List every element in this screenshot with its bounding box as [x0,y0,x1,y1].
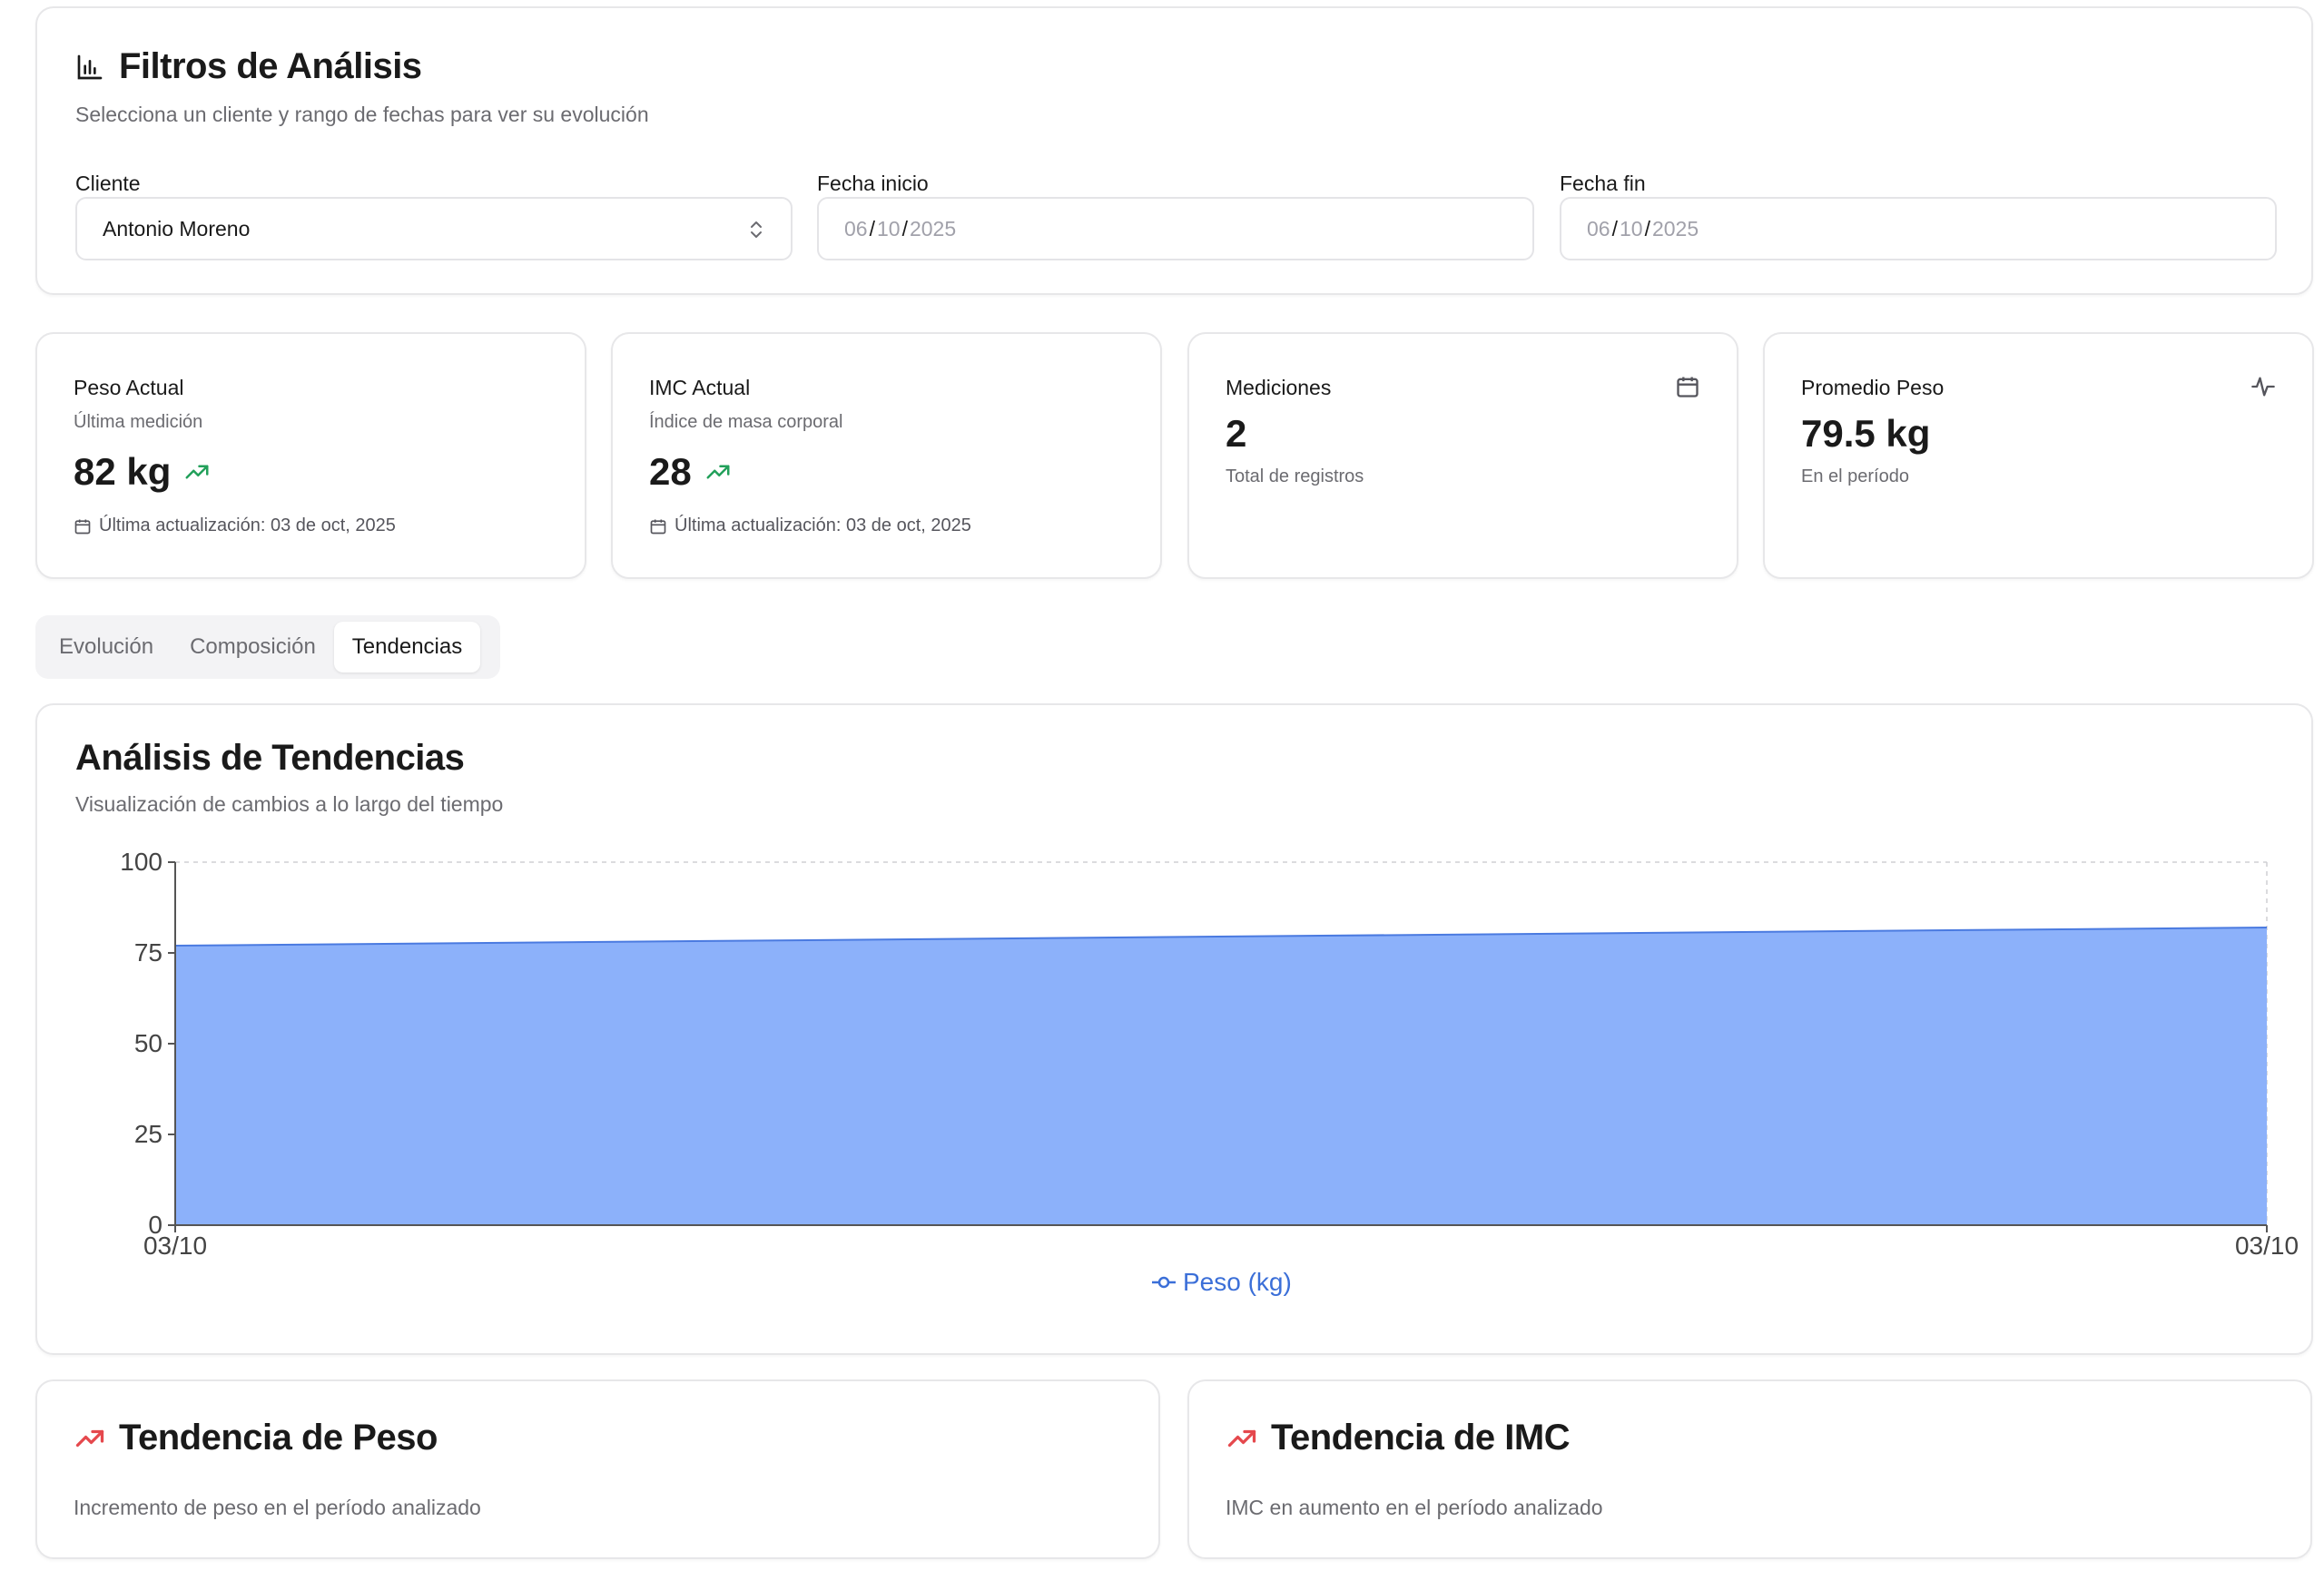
start-date-year: 2025 [909,216,957,240]
calendar-icon [650,519,666,534]
stat-card-bmi: IMC Actual Índice de masa corporal 28 Úl… [611,332,1162,579]
trend-title: Tendencia de IMC [1226,1418,1571,1458]
y-tick-label: 25 [134,1120,162,1148]
end-date-input[interactable]: 06/10/2025 [1560,197,2277,260]
stat-value-text: 82 kg [74,450,172,493]
chart-card: Análisis de Tendencias Visualización de … [35,703,2313,1355]
legend-label: Peso (kg) [1183,1268,1292,1296]
filters-subtitle: Selecciona un cliente y rango de fechas … [75,103,649,126]
start-date-month: 10 [876,216,901,240]
x-tick-label: 03/10 [143,1232,207,1260]
trend-card-weight: Tendencia de Peso Incremento de peso en … [35,1379,1160,1559]
x-tick-label: 03/10 [2235,1232,2299,1260]
end-date-day: 06 [1587,216,1610,240]
stat-card-measurements: Mediciones 2 Total de registros [1187,332,1738,579]
stat-value-text: 28 [649,450,692,493]
stat-card-weight: Peso Actual Última medición 82 kg Última… [35,332,586,579]
calendar-icon [74,519,91,534]
start-date-day: 06 [844,216,868,240]
tab-list: Evolución Composición Tendencias [35,615,500,679]
tab-evolucion[interactable]: Evolución [41,622,172,672]
client-select[interactable]: Antonio Moreno [75,197,793,260]
client-label: Cliente [75,172,141,195]
y-tick-label: 100 [120,848,162,876]
filters-title: Filtros de Análisis [119,46,422,86]
bar-chart-icon [77,54,103,79]
series-area [175,928,2267,1225]
trending-up-icon [185,465,209,479]
trend-title: Tendencia de Peso [74,1418,438,1458]
stat-title: Promedio Peso [1801,376,1945,399]
calendar-icon [1677,377,1699,398]
filters-header: Filtros de Análisis [75,46,422,87]
trending-up-icon [75,1429,104,1447]
stat-title: Peso Actual [74,376,184,399]
stat-value-text: 2 [1226,412,1247,455]
stat-footer: Última actualización: 03 de oct, 2025 [649,515,971,536]
trend-title-text: Tendencia de IMC [1271,1418,1571,1458]
stat-subtitle: Última medición [74,412,203,432]
trend-title-text: Tendencia de Peso [119,1418,438,1458]
stat-title: Mediciones [1226,376,1332,399]
y-tick-label: 50 [134,1029,162,1057]
trend-subtitle: IMC en aumento en el período analizado [1226,1496,1603,1519]
stat-value-weight: 82 kg [74,450,211,494]
trend-card-bmi: Tendencia de IMC IMC en aumento en el pe… [1187,1379,2312,1559]
trending-up-icon [1227,1429,1256,1447]
stat-footer-text: Última actualización: 03 de oct, 2025 [675,515,971,535]
legend-marker-dot [1157,1276,1170,1289]
filters-card: Filtros de Análisis Selecciona un client… [35,6,2313,295]
stat-subtitle: En el período [1801,466,1909,486]
end-date-year: 2025 [1651,216,1699,240]
stat-footer-text: Última actualización: 03 de oct, 2025 [99,515,396,535]
y-tick-label: 75 [134,938,162,967]
end-date-month: 10 [1619,216,1643,240]
stat-subtitle: Total de registros [1226,466,1364,486]
tab-tendencias[interactable]: Tendencias [333,622,481,672]
client-value: Antonio Moreno [103,216,251,240]
stat-value-measurements: 2 [1226,412,1246,456]
stat-subtitle: Índice de masa corporal [649,412,843,432]
start-date-input[interactable]: 06/10/2025 [817,197,1534,260]
stat-footer: Última actualización: 03 de oct, 2025 [74,515,396,536]
stat-value-text: 79.5 kg [1801,412,1931,455]
tab-composicion[interactable]: Composición [172,622,334,672]
start-date-label: Fecha inicio [817,172,929,195]
stat-value-bmi: 28 [649,450,732,494]
stat-title: IMC Actual [649,376,751,399]
stat-value-avg-weight: 79.5 kg [1801,412,1930,456]
end-date-label: Fecha fin [1560,172,1646,195]
chevron-up-down-icon [751,221,762,238]
trend-chart: 025507510003/10 03/10Peso (kg) [120,848,2299,1296]
stat-card-avg-weight: Promedio Peso 79.5 kg En el período [1763,332,2314,579]
activity-icon [2251,377,2275,397]
trending-up-icon [706,465,730,479]
trend-subtitle: Incremento de peso en el período analiza… [74,1496,481,1519]
